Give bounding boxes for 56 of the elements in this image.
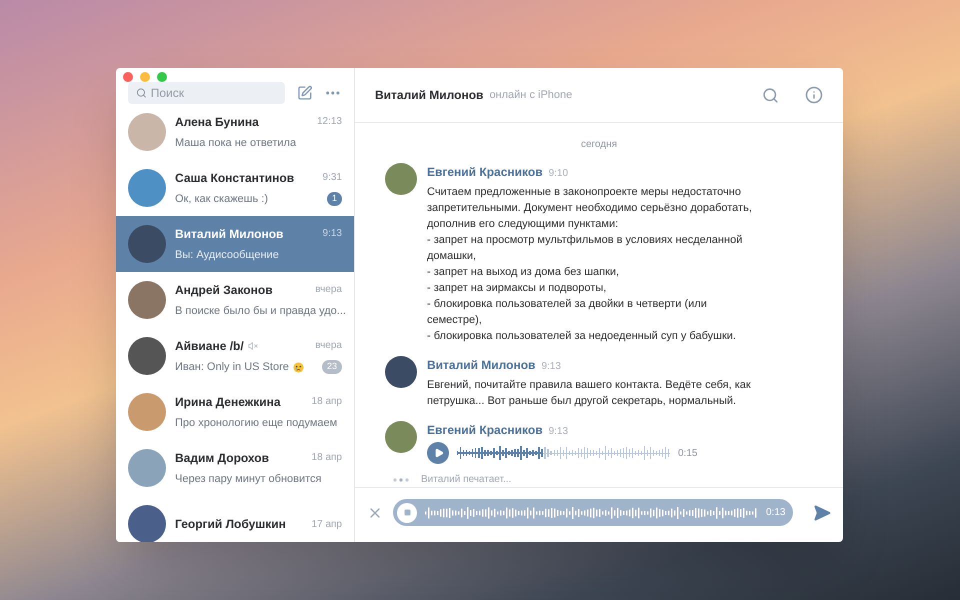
contact-name: Алена Бунина — [175, 114, 259, 131]
unread-count: 1 — [326, 192, 342, 206]
play-button[interactable] — [427, 442, 449, 464]
message-time: 9:10 — [548, 167, 568, 181]
message-preview: Маша пока не ответила — [175, 136, 296, 151]
contact-name: Виталий Милонов — [175, 226, 284, 243]
contact-name: Вадим Дорохов — [175, 450, 270, 467]
close-window-button[interactable] — [123, 72, 133, 82]
send-icon[interactable] — [813, 504, 831, 522]
date-separator: сегодня — [580, 138, 618, 152]
minimize-window-button[interactable] — [140, 72, 150, 82]
message-preview: Иван: Only in US Store — [175, 360, 289, 375]
contact-name: Айвиане /b/ — [175, 338, 244, 355]
message-time: 17 апр — [312, 518, 342, 532]
message-time: 18 апр — [312, 451, 342, 466]
author-name[interactable]: Евгений Красников — [427, 421, 543, 439]
typing-indicator: Виталий печатает... — [421, 473, 512, 487]
message-time: 9:13 — [548, 425, 568, 439]
message-preview: В поиске было бы и правда удо... — [175, 304, 346, 319]
author-name[interactable]: Виталий Милонов — [427, 356, 536, 374]
search-icon — [136, 87, 147, 99]
info-icon[interactable] — [805, 86, 823, 104]
voice-duration: 0:15 — [678, 446, 698, 460]
stop-button[interactable] — [397, 502, 417, 522]
dialog-item[interactable]: Виталий Милонов 9:13 Вы: Аудисообщение — [116, 216, 354, 272]
play-icon — [434, 448, 444, 458]
contact-name: Ирина Денежкина — [175, 394, 281, 411]
message-time: 9:31 — [322, 171, 342, 186]
message-preview: Через пару минут обновится — [175, 472, 322, 487]
message-text: Считаем предложенные в законопроекте меры недостаточно запретительными. Документ необходимо серьёзно доработать, дополнив его следующими пунктами: - запрет на просмотр мультфильмов в условиях несделанной домашки, - запрет на выход из дома без шапки, - запрет на эирмаксы и подвороты, - блокировка пользователей за двойки в четверти (или семестре), - блокировка пользователей за недоеденный суп у бабушки. — [427, 185, 752, 344]
message-time: 12:13 — [316, 115, 342, 130]
message-time: 18 апр — [312, 395, 342, 410]
chat-title: Виталий Милонов — [375, 87, 484, 104]
message-time: 9:13 — [322, 227, 342, 242]
message-text: Евгений, почитайте правила вашего контакта. Ведёте себя, как петрушка... Вот раньше был другой секретарь, нормальный. — [427, 378, 751, 409]
search-input[interactable]: Поиск — [150, 84, 277, 102]
contact-name: Саша Константинов — [175, 170, 294, 187]
stop-icon — [404, 509, 410, 516]
message-time: вчера — [315, 283, 342, 298]
author-name[interactable]: Евгений Красников — [427, 163, 543, 181]
online-status: онлайн с iPhone — [489, 88, 572, 103]
message-preview: Вы: Аудисообщение — [175, 248, 279, 263]
zoom-window-button[interactable] — [157, 72, 167, 82]
unread-count: 23 — [322, 360, 342, 374]
message-time: 9:13 — [541, 360, 561, 374]
contact-name: Андрей Законов — [175, 282, 273, 299]
contact-name: Георгий Лобушкин — [175, 516, 286, 533]
message-time: вчера — [315, 339, 342, 354]
search-icon[interactable] — [762, 86, 779, 104]
message-preview: Про хронологию еще подумаем — [175, 416, 338, 431]
recording-duration: 0:13 — [766, 506, 786, 520]
typing-dots-icon — [393, 478, 409, 482]
search-field[interactable]: Поиск — [128, 82, 285, 104]
compose-icon[interactable] — [296, 85, 312, 101]
message-preview: Ок, как скажешь :) — [175, 192, 268, 207]
dialog-item[interactable]: Георгий Лобушкин 17 апр — [116, 496, 354, 542]
